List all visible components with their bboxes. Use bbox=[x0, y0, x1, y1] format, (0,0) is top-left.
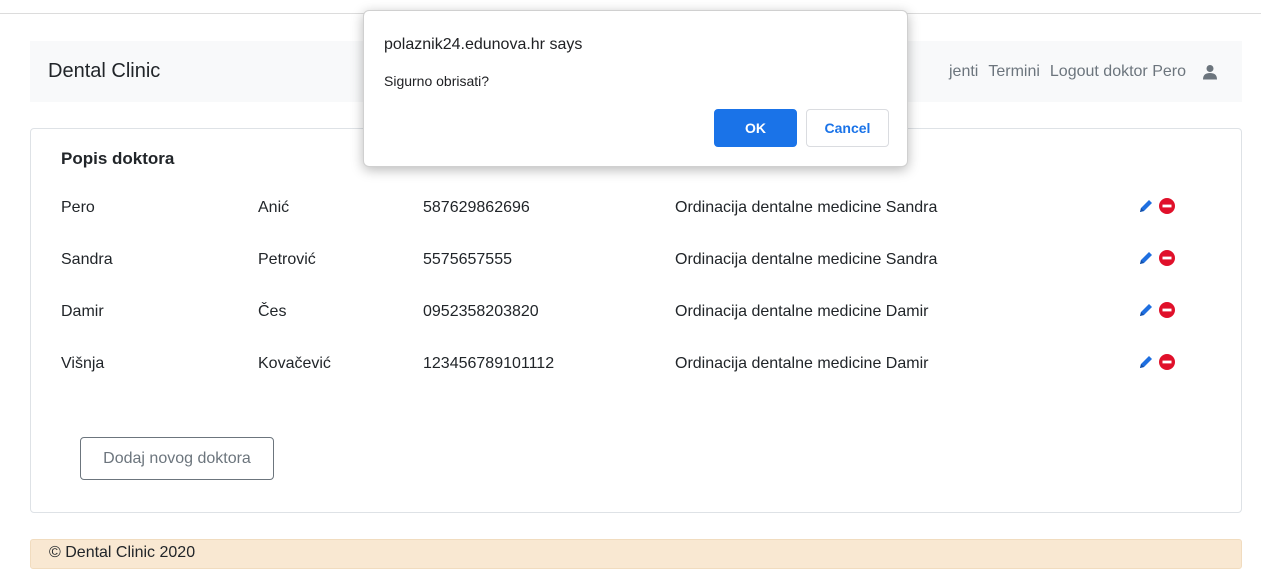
row-actions bbox=[1137, 301, 1176, 319]
doctor-clinic: Ordinacija dentalne medicine Sandra bbox=[675, 251, 938, 268]
footer-text: © Dental Clinic 2020 bbox=[49, 544, 196, 561]
doctor-clinic: Ordinacija dentalne medicine Sandra bbox=[675, 199, 938, 216]
card-title: Popis doktora bbox=[61, 149, 175, 168]
table-row: Višnja Kovačević 123456789101112 Ordinac… bbox=[31, 349, 1241, 379]
doctor-last-name: Kovačević bbox=[258, 355, 331, 372]
cancel-button[interactable]: Cancel bbox=[806, 109, 889, 147]
add-doctor-button[interactable]: Dodaj novog doktora bbox=[80, 437, 274, 480]
pencil-icon[interactable] bbox=[1137, 353, 1155, 371]
pencil-icon[interactable] bbox=[1137, 249, 1155, 267]
minus-circle-icon[interactable] bbox=[1158, 353, 1176, 371]
brand-logo[interactable]: Dental Clinic bbox=[48, 60, 160, 83]
doctor-last-name: Anić bbox=[258, 199, 290, 216]
table-row: Damir Čes 0952358203820 Ordinacija denta… bbox=[31, 297, 1241, 327]
nav-link-pacijenti[interactable]: jenti bbox=[949, 63, 978, 81]
dialog-message: Sigurno obrisati? bbox=[384, 73, 490, 89]
doctor-clinic: Ordinacija dentalne medicine Damir bbox=[675, 303, 929, 320]
minus-circle-icon[interactable] bbox=[1158, 249, 1176, 267]
minus-circle-icon[interactable] bbox=[1158, 197, 1176, 215]
table-row: Pero Anić 587629862696 Ordinacija dental… bbox=[31, 193, 1241, 223]
doctor-clinic: Ordinacija dentalne medicine Damir bbox=[675, 355, 929, 372]
doctor-oib: 0952358203820 bbox=[423, 303, 539, 320]
user-icon[interactable] bbox=[1202, 64, 1218, 80]
row-actions bbox=[1137, 197, 1176, 215]
doctor-first-name: Pero bbox=[61, 199, 95, 216]
doctor-last-name: Petrović bbox=[258, 251, 316, 268]
doctor-first-name: Višnja bbox=[61, 355, 105, 372]
nav-link-logout[interactable]: Logout doktor Pero bbox=[1050, 63, 1186, 81]
table-row: Sandra Petrović 5575657555 Ordinacija de… bbox=[31, 245, 1241, 275]
minus-circle-icon[interactable] bbox=[1158, 301, 1176, 319]
dialog-title: polaznik24.edunova.hr says bbox=[384, 36, 583, 53]
row-actions bbox=[1137, 353, 1176, 371]
nav-links: jenti Termini Logout doktor Pero bbox=[949, 63, 1218, 81]
ok-button[interactable]: OK bbox=[714, 109, 797, 147]
row-actions bbox=[1137, 249, 1176, 267]
pencil-icon[interactable] bbox=[1137, 301, 1155, 319]
doctor-oib: 587629862696 bbox=[423, 199, 530, 216]
doctor-oib: 5575657555 bbox=[423, 251, 512, 268]
nav-link-termini[interactable]: Termini bbox=[988, 63, 1040, 81]
doctor-first-name: Damir bbox=[61, 303, 104, 320]
doctor-first-name: Sandra bbox=[61, 251, 113, 268]
footer: © Dental Clinic 2020 bbox=[30, 539, 1242, 569]
pencil-icon[interactable] bbox=[1137, 197, 1155, 215]
doctor-last-name: Čes bbox=[258, 303, 287, 320]
doctors-card: Popis doktora Pero Anić 587629862696 Ord… bbox=[30, 128, 1242, 513]
confirm-dialog: polaznik24.edunova.hr says Sigurno obris… bbox=[363, 10, 908, 167]
doctor-oib: 123456789101112 bbox=[423, 355, 555, 372]
